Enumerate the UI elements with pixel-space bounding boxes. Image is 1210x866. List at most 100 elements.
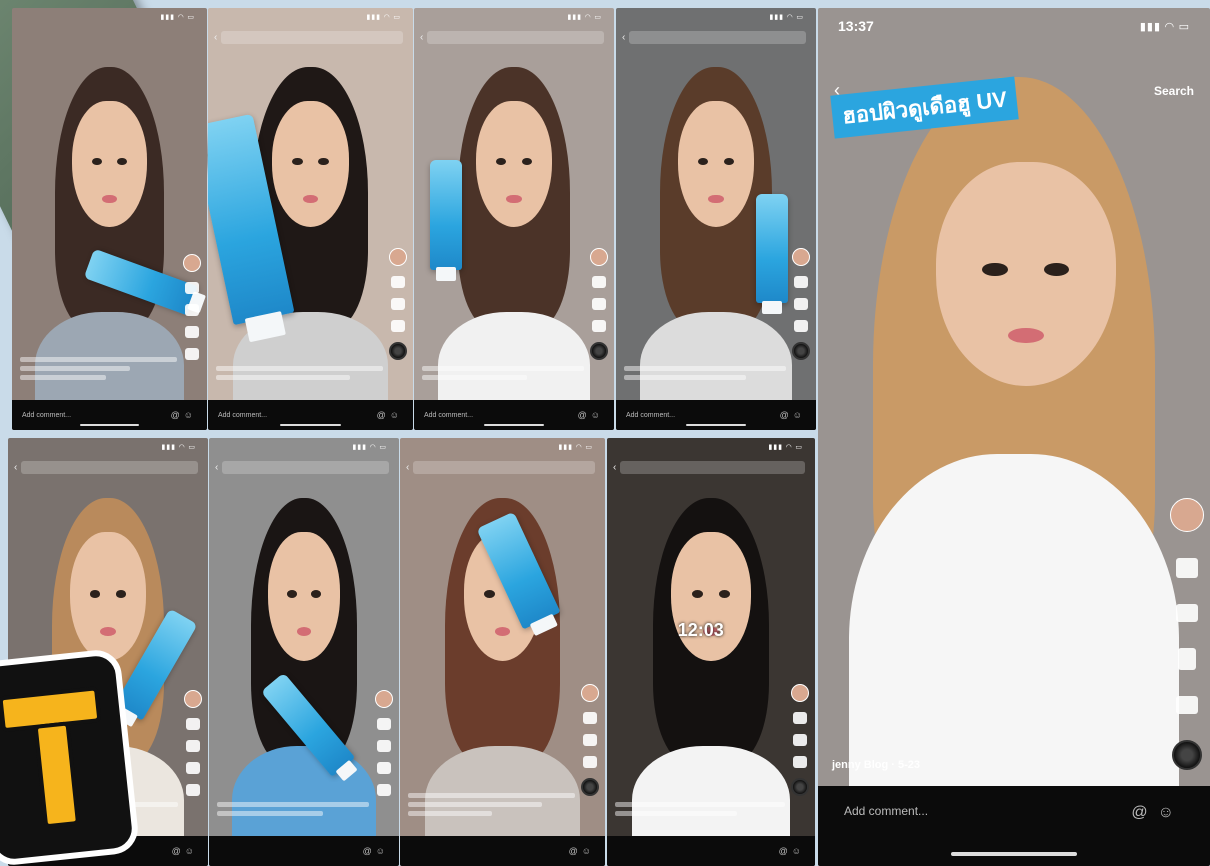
- music-disc-icon[interactable]: [389, 342, 407, 360]
- comment-icon[interactable]: [185, 304, 199, 316]
- mention-emoji-icons[interactable]: @☺: [569, 846, 595, 856]
- creator-avatar[interactable]: [791, 684, 809, 702]
- mention-emoji-icons[interactable]: @☺: [1131, 804, 1184, 822]
- mention-emoji-icons[interactable]: @☺: [363, 846, 389, 856]
- video-card[interactable]: ▮▮▮ ◠ ▭ ‹ Add comment... @☺: [208, 8, 413, 430]
- comment-bar[interactable]: @☺: [209, 836, 399, 866]
- search-bar[interactable]: ‹: [406, 459, 599, 475]
- featured-video-card[interactable]: 13:37 ▮▮▮ ◠ ▭ ‹ Search ฮอปผิวดูเดือฮู UV…: [818, 8, 1210, 866]
- signal-icon: ▮▮▮ ◠ ▭: [768, 444, 803, 451]
- video-card[interactable]: ▮▮▮ ◠ ▭ ‹ 12:03 @☺: [607, 438, 815, 866]
- music-disc-icon[interactable]: [1172, 740, 1202, 770]
- creator-avatar[interactable]: [184, 690, 202, 708]
- search-bar[interactable]: ‹: [622, 29, 810, 45]
- search-input[interactable]: [413, 460, 595, 474]
- bookmark-icon[interactable]: [185, 326, 199, 338]
- creator-avatar[interactable]: [792, 248, 810, 266]
- heart-icon[interactable]: [583, 712, 597, 724]
- comment-bar[interactable]: Add comment... @☺: [818, 786, 1210, 866]
- video-card[interactable]: ▮▮▮ ◠ ▭ ‹ @☺: [400, 438, 605, 866]
- bookmark-icon[interactable]: [583, 756, 597, 768]
- heart-icon[interactable]: [185, 282, 199, 294]
- bookmark-icon[interactable]: [793, 756, 807, 768]
- comment-icon[interactable]: [583, 734, 597, 746]
- bookmark-icon[interactable]: [391, 320, 405, 332]
- bookmark-icon[interactable]: [186, 762, 200, 774]
- search-input[interactable]: [427, 30, 604, 44]
- comment-input[interactable]: Add comment...: [844, 804, 928, 818]
- creator-username[interactable]: jenny Blog · 5-23: [832, 760, 1150, 771]
- creator-avatar[interactable]: [183, 254, 201, 272]
- creator-avatar[interactable]: [590, 248, 608, 266]
- comment-icon[interactable]: [793, 734, 807, 746]
- music-disc-icon[interactable]: [581, 778, 599, 796]
- video-card[interactable]: ▮▮▮ ◠ ▭ ‹ Add comment... @☺: [414, 8, 614, 430]
- share-icon[interactable]: [185, 348, 199, 360]
- creator-avatar[interactable]: [375, 690, 393, 708]
- comment-bar[interactable]: Add comment... @☺: [208, 400, 413, 430]
- comment-bar[interactable]: Add comment... @☺: [414, 400, 614, 430]
- comment-icon[interactable]: [391, 298, 405, 310]
- share-icon[interactable]: [1176, 696, 1198, 714]
- mention-emoji-icons[interactable]: @☺: [377, 410, 403, 420]
- video-card[interactable]: ▮▮▮ ◠ ▭ ‹ @☺: [209, 438, 399, 866]
- bookmark-icon[interactable]: [794, 320, 808, 332]
- creator-avatar[interactable]: [389, 248, 407, 266]
- mention-emoji-icons[interactable]: @☺: [172, 846, 198, 856]
- comment-icon[interactable]: [1176, 604, 1198, 622]
- search-button[interactable]: Search: [1154, 84, 1194, 98]
- comment-bar[interactable]: @☺: [400, 836, 605, 866]
- back-icon: ‹: [420, 31, 424, 43]
- share-icon[interactable]: [377, 784, 391, 796]
- comment-bar[interactable]: @☺: [607, 836, 815, 866]
- status-bar: ▮▮▮ ◠ ▭: [8, 438, 208, 456]
- comment-bar[interactable]: Add comment... @☺: [12, 400, 207, 430]
- search-input[interactable]: [620, 460, 805, 474]
- share-icon[interactable]: [186, 784, 200, 796]
- heart-icon[interactable]: [592, 276, 606, 288]
- heart-icon[interactable]: [793, 712, 807, 724]
- comment-input[interactable]: Add comment...: [424, 412, 473, 419]
- creator-avatar[interactable]: [581, 684, 599, 702]
- bookmark-icon[interactable]: [592, 320, 606, 332]
- video-caption: [408, 789, 575, 816]
- mention-emoji-icons[interactable]: @☺: [779, 846, 805, 856]
- mention-emoji-icons[interactable]: @☺: [171, 410, 197, 420]
- search-input[interactable]: [629, 30, 806, 44]
- bookmark-icon[interactable]: [1178, 648, 1196, 670]
- video-card[interactable]: ▮▮▮ ◠ ▭ ‹ Add comment... @☺: [616, 8, 816, 430]
- search-bar[interactable]: ‹: [14, 459, 202, 475]
- comment-input[interactable]: Add comment...: [218, 412, 267, 419]
- heart-icon[interactable]: [794, 276, 808, 288]
- action-rail: [789, 684, 811, 796]
- search-input[interactable]: [221, 30, 403, 44]
- search-bar[interactable]: ‹: [613, 459, 809, 475]
- mention-emoji-icons[interactable]: @☺: [780, 410, 806, 420]
- search-bar[interactable]: ‹: [420, 29, 608, 45]
- music-disc-icon[interactable]: [791, 778, 809, 796]
- comment-icon[interactable]: [592, 298, 606, 310]
- comment-icon[interactable]: [794, 298, 808, 310]
- comment-input[interactable]: Add comment...: [626, 412, 675, 419]
- back-icon: ‹: [214, 31, 218, 43]
- heart-icon[interactable]: [377, 718, 391, 730]
- music-disc-icon[interactable]: [590, 342, 608, 360]
- comment-input[interactable]: Add comment...: [22, 412, 71, 419]
- bookmark-icon[interactable]: [377, 762, 391, 774]
- comment-bar[interactable]: Add comment... @☺: [616, 400, 816, 430]
- tiktok-disc-icon[interactable]: [792, 342, 810, 360]
- video-card[interactable]: ▮▮▮ ◠ ▭ Add comment... @☺: [12, 8, 207, 430]
- creator-avatar[interactable]: [1170, 498, 1204, 532]
- search-bar[interactable]: ‹: [214, 29, 407, 45]
- time-label: 13:37: [838, 18, 874, 34]
- mention-emoji-icons[interactable]: @☺: [578, 410, 604, 420]
- heart-icon[interactable]: [391, 276, 405, 288]
- heart-icon[interactable]: [1176, 558, 1198, 578]
- search-bar[interactable]: ‹: [215, 459, 393, 475]
- comment-icon[interactable]: [377, 740, 391, 752]
- comment-icon[interactable]: [186, 740, 200, 752]
- search-input[interactable]: [21, 460, 198, 474]
- signal-icon: ▮▮▮ ◠ ▭: [1139, 20, 1190, 33]
- search-input[interactable]: [222, 460, 389, 474]
- heart-icon[interactable]: [186, 718, 200, 730]
